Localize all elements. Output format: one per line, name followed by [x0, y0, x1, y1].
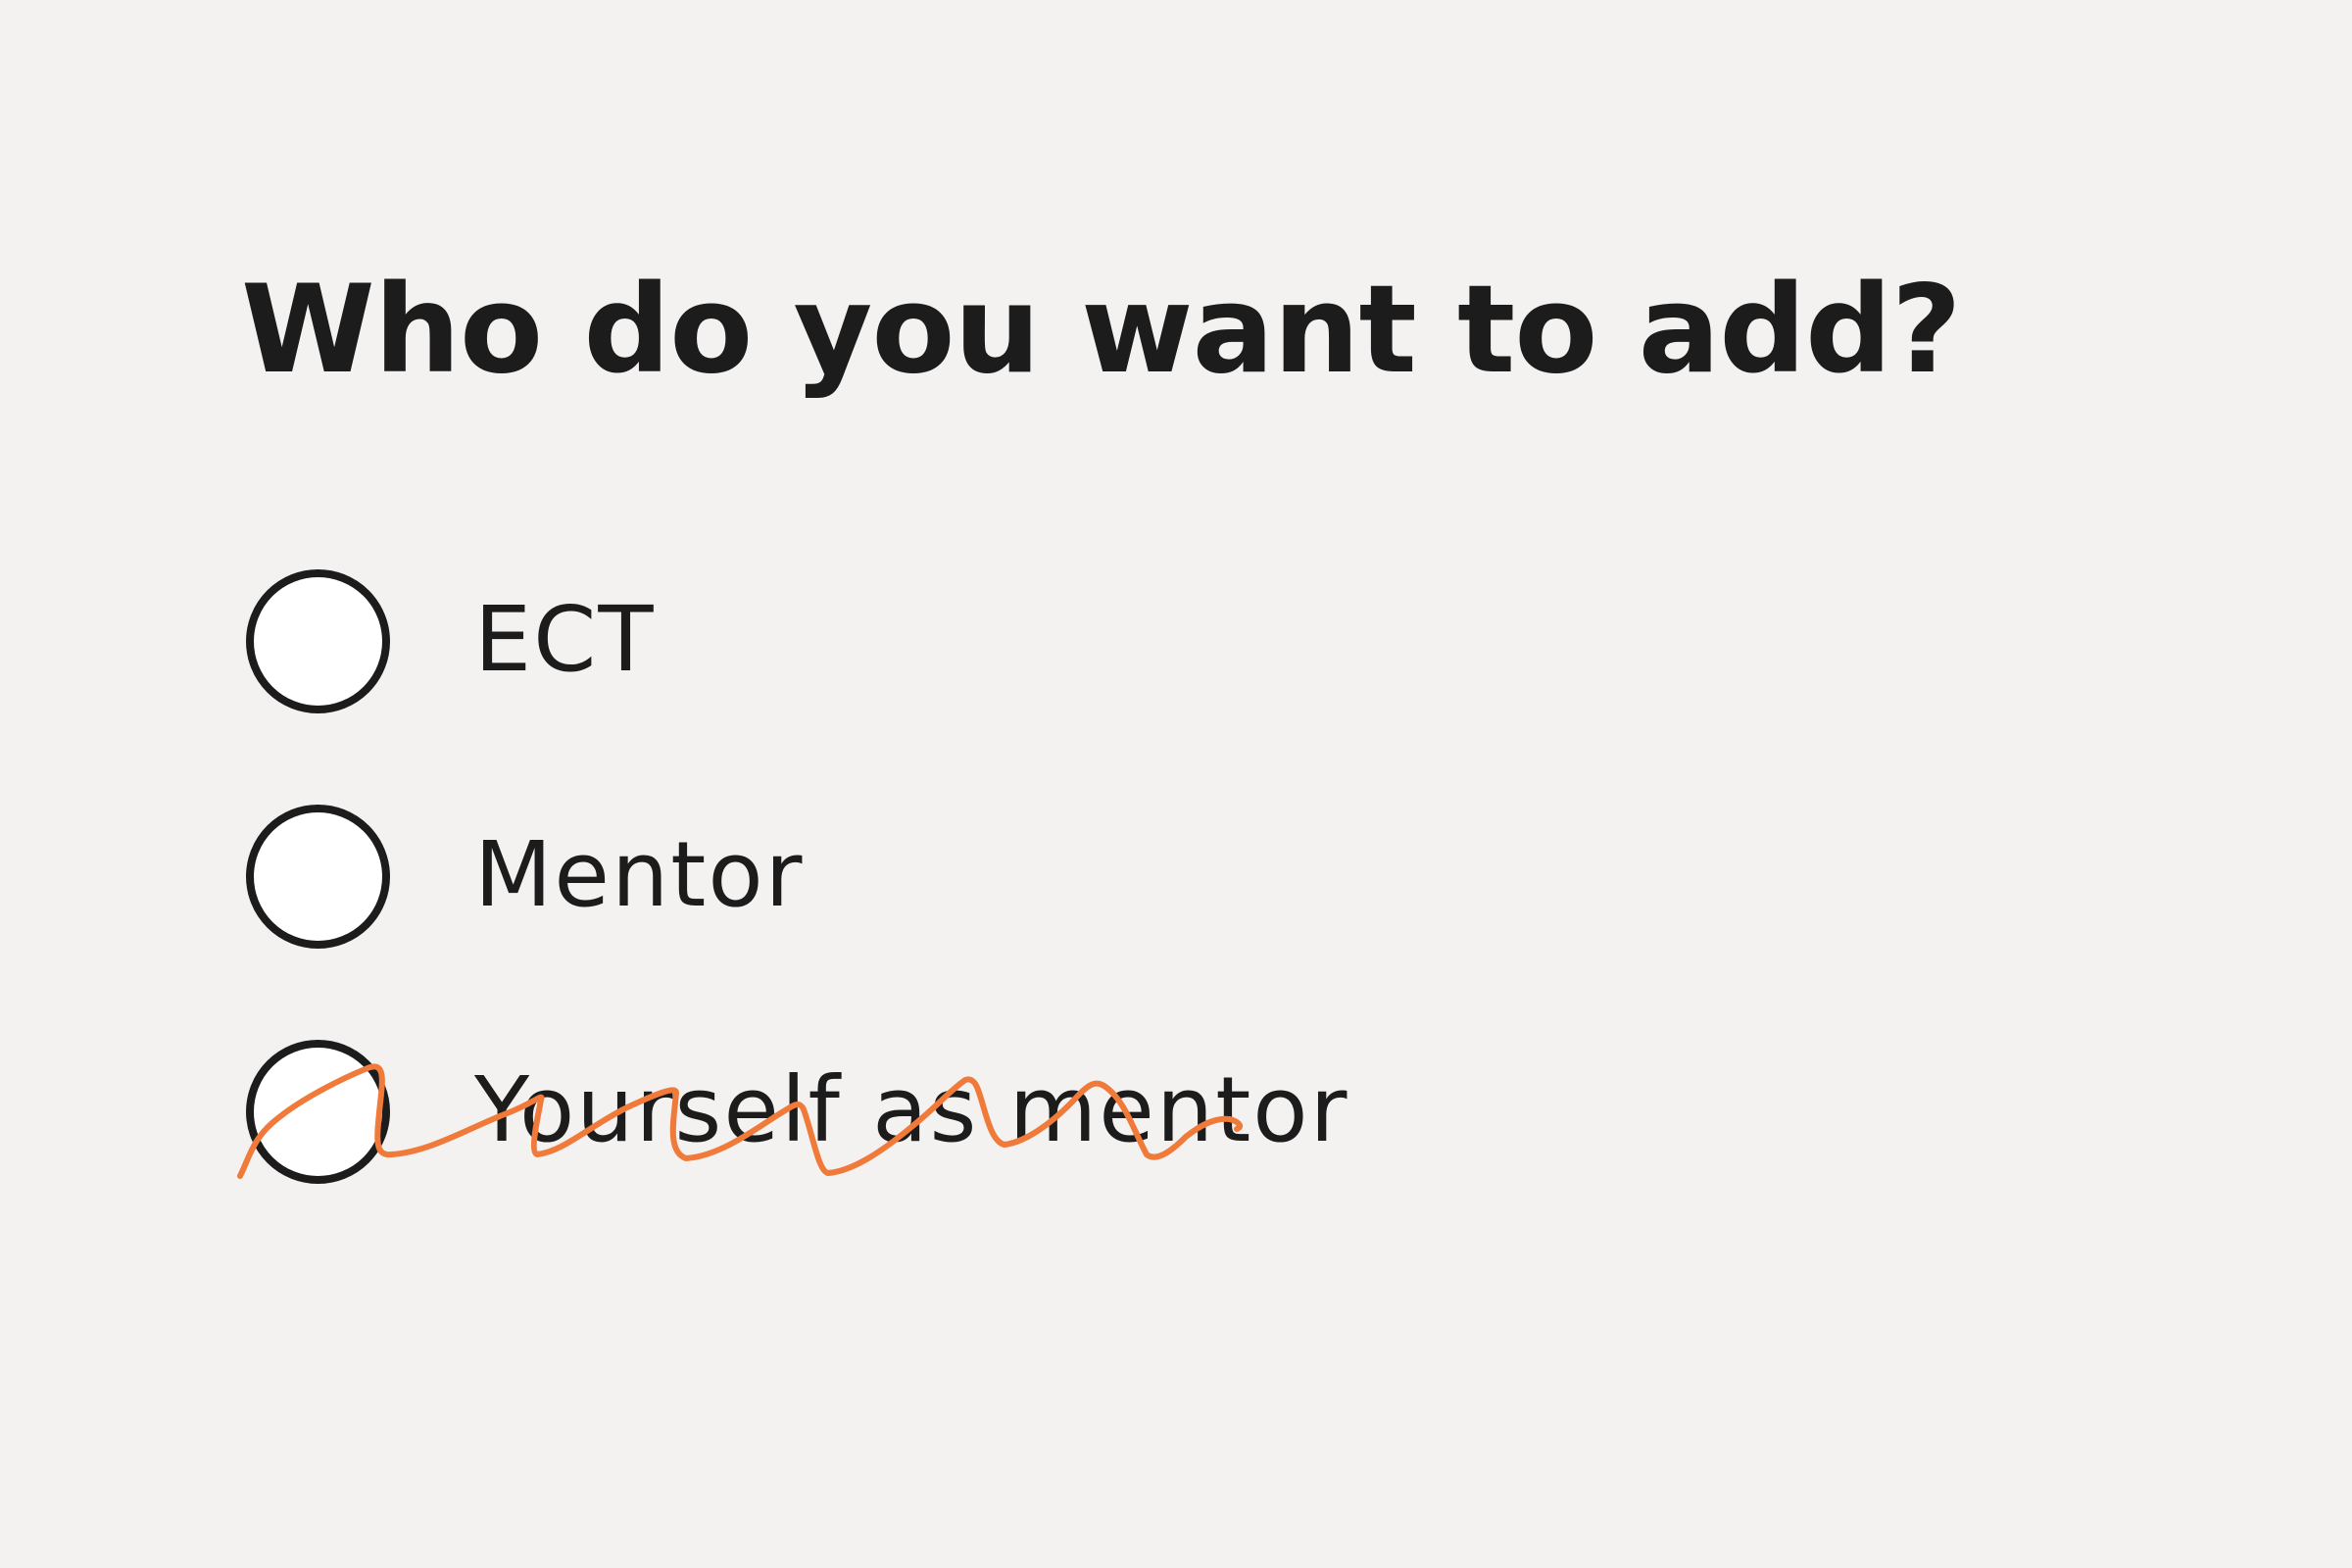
- radio-button-ect[interactable]: [246, 569, 390, 713]
- radio-option-mentor[interactable]: Mentor: [241, 800, 1809, 949]
- radio-option-ect[interactable]: ECT: [241, 564, 1809, 713]
- radio-button-yourself-as-mentor[interactable]: [246, 1040, 390, 1184]
- radio-button-mentor[interactable]: [246, 805, 390, 949]
- radio-label-yourself-as-mentor[interactable]: Yourself as mentor: [474, 1056, 1348, 1164]
- radio-label-mentor[interactable]: Mentor: [474, 821, 804, 929]
- radio-label-ect[interactable]: ECT: [474, 586, 656, 694]
- radio-group: ECT Mentor Yourself as mentor: [241, 564, 1809, 1270]
- radio-option-yourself-as-mentor[interactable]: Yourself as mentor: [241, 1035, 1809, 1184]
- question-title: Who do you want to add?: [241, 260, 1962, 401]
- page: Who do you want to add? ECT Mentor Yours…: [0, 0, 2352, 1568]
